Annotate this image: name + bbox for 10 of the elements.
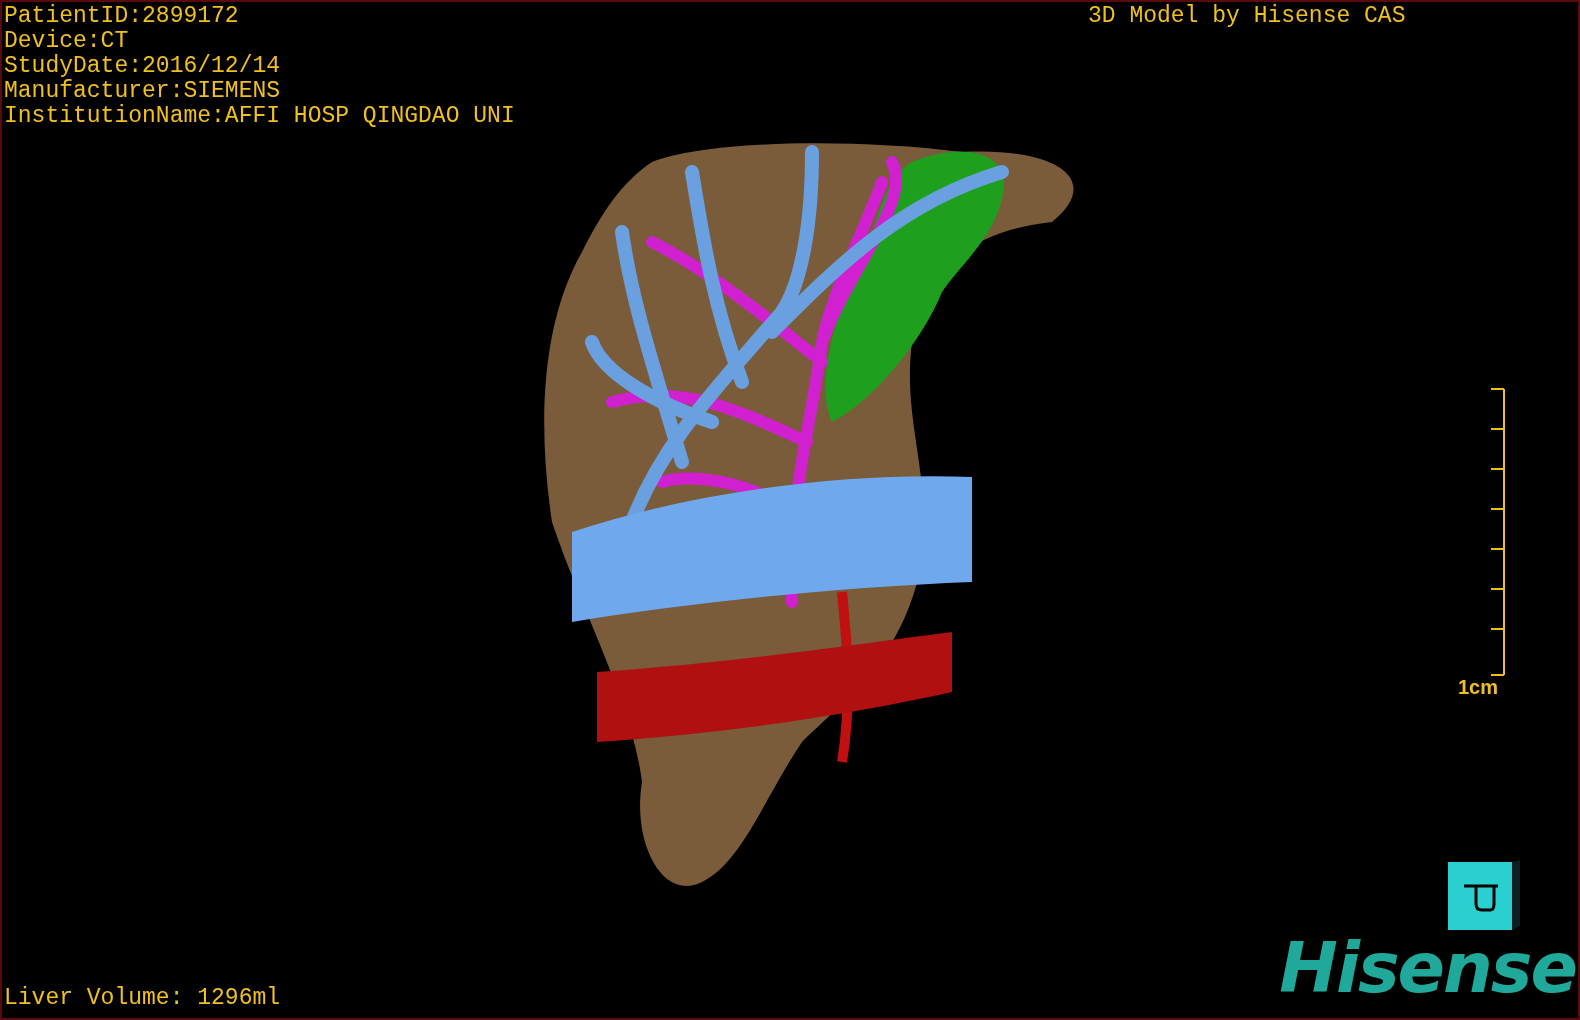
patient-info-text: Manufacturer:SIEMENS <box>4 79 282 104</box>
brand-logo: Hisense <box>1279 930 1576 1006</box>
patient-info-text: StudyDate:2016/12/14 <box>4 54 282 79</box>
patient-info-text: InstitutionName:AFFI HOSP QINGDAO UNI <box>4 104 515 129</box>
patient-info-text: PatientID:2899172 <box>4 4 240 29</box>
model-title-text: 3D Model by Hisense CAS <box>1088 4 1406 29</box>
volume-text: Liver Volume: 1296ml <box>4 986 281 1011</box>
orientation-cube-icon <box>1448 860 1520 930</box>
scale-label: 1cm <box>1458 676 1499 698</box>
patient-info-text: Device:CT <box>4 29 130 54</box>
